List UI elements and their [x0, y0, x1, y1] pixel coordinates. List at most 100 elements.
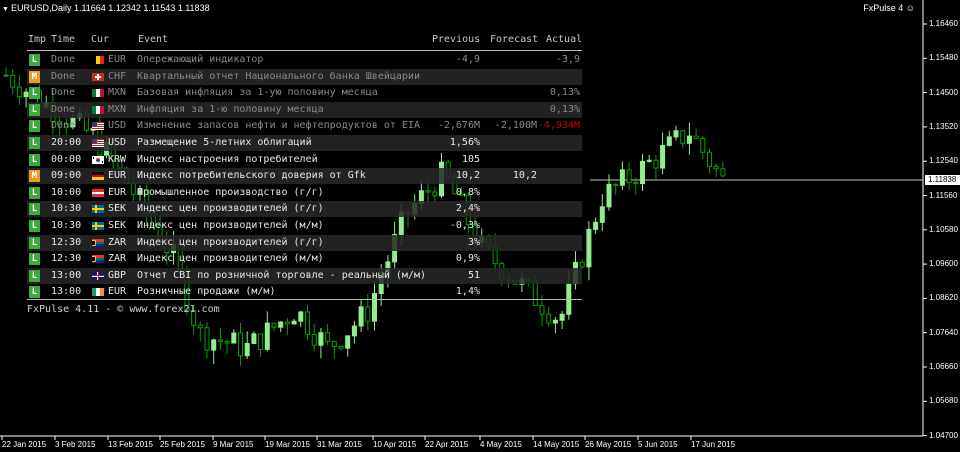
- event-name: Отчет CBI по розничной торговле - реальн…: [137, 269, 426, 281]
- candle-body: [713, 165, 719, 170]
- calendar-row[interactable]: L Done MXN Инфляция за 1-ю половину месяца 0…: [27, 101, 582, 118]
- date-tick-label: 14 May 2015: [533, 440, 580, 449]
- currency-code: USD: [108, 137, 127, 148]
- date-tick-label: 25 Feb 2015: [160, 440, 205, 449]
- candle-body: [646, 159, 652, 162]
- currency-code: EUR: [108, 186, 127, 198]
- gb-flag-icon: [92, 271, 104, 280]
- candle-body: [365, 306, 371, 322]
- date-tick-label: 17 Jun 2015: [691, 440, 736, 449]
- candle-body: [693, 135, 699, 139]
- price-tick-label: 1.16460: [929, 19, 958, 28]
- forecast-value: 10,2: [512, 170, 537, 182]
- importance-badge: M: [29, 170, 40, 183]
- event-name: Базовая инфляция за 1-ую половину месяца: [137, 87, 378, 99]
- calendar-row[interactable]: L 12:30 ZAR Индекс цен производителей (г/г)…: [27, 234, 582, 251]
- event-time: 13:00: [51, 286, 82, 298]
- calendar-row[interactable]: M Done CHF Квартальный отчет Национального …: [27, 68, 582, 85]
- candle-body: [251, 333, 257, 344]
- candle-body: [10, 74, 16, 88]
- event-time: Done: [51, 103, 76, 115]
- calendar-row[interactable]: L 13:00 GBP Отчет CBI по розничной торговле…: [27, 267, 582, 284]
- previous-value: 1,4%: [455, 286, 480, 298]
- previous-value: 2,4%: [455, 203, 480, 215]
- event-time: 12:30: [51, 236, 82, 248]
- candle-body: [318, 332, 324, 346]
- importance-badge: L: [29, 120, 40, 133]
- event-time: 12:30: [51, 253, 82, 265]
- symbol-info-text: EURUSD,Daily 1.11664 1.12342 1.11543 1.1…: [10, 3, 210, 13]
- calendar-row[interactable]: L 12:30 ZAR Индекс цен производителей (м/м)…: [27, 251, 582, 267]
- previous-value: -2,676M: [437, 120, 480, 132]
- importance-badge: L: [29, 203, 40, 216]
- price-tick-label: 1.11560: [929, 190, 958, 200]
- price-tick-label: 1.04700: [929, 430, 958, 440]
- candle-body: [720, 168, 726, 177]
- event-name: Изменение запасов нефти и нефтепродуктов…: [137, 120, 420, 132]
- currency-code: ZAR: [108, 253, 127, 265]
- candle-body: [284, 321, 290, 325]
- calendar-row[interactable]: L Done MXN Базовая инфляция за 1-ую половин…: [27, 85, 582, 101]
- calendar-row[interactable]: L 13:00 EUR Розничные продажи (м/м) 1,4%: [27, 284, 582, 300]
- event-name: Промышленное производство (г/г): [137, 186, 324, 198]
- event-time: 10:30: [51, 203, 82, 215]
- previous-value: 3%: [467, 236, 480, 248]
- candle-body: [552, 319, 558, 324]
- candle-body: [204, 327, 210, 351]
- calendar-row[interactable]: M 09:00 EUR Индекс потребительского доверия…: [27, 168, 582, 185]
- candle-body: [586, 228, 592, 268]
- price-tick-label: 1.13520: [929, 121, 958, 131]
- currency-code: KRW: [108, 153, 127, 165]
- previous-value: 105: [461, 153, 480, 165]
- calendar-row[interactable]: L Done EUR Опережающий индикатор -4,9 -3,9: [27, 52, 582, 68]
- symbol-menu-icon[interactable]: ▼: [2, 6, 9, 13]
- header-time: Time: [51, 34, 76, 45]
- price-tick-label: 1.10580: [929, 224, 958, 234]
- price-tick-label: 1.08620: [929, 293, 958, 303]
- de-flag-icon: [92, 172, 104, 181]
- event-time: 10:00: [51, 186, 82, 198]
- calendar-row[interactable]: L 10:30 SEK Индекс цен производителей (м/м)…: [27, 218, 582, 234]
- importance-badge: L: [29, 54, 40, 66]
- candle-body: [640, 160, 645, 185]
- actual-value: 0,13%: [549, 87, 580, 99]
- be-flag-icon: [92, 56, 104, 64]
- calendar-row[interactable]: L 00:00 KRW Индекс настроения потребителей 1…: [27, 152, 582, 168]
- candle-body: [298, 311, 304, 322]
- price-tick-label: 1.07640: [929, 327, 958, 337]
- calendar-row[interactable]: L 20:00 USD Размещение 5-летних облигаций 1,…: [27, 135, 582, 151]
- candle-body: [264, 322, 270, 350]
- candle-body: [244, 342, 250, 357]
- candle-body: [539, 304, 545, 315]
- event-name: Индекс цен производителей (м/м): [137, 253, 324, 265]
- event-name: Размещение 5-летних облигаций: [137, 137, 312, 148]
- candle-body: [613, 183, 619, 186]
- at-flag-icon: [92, 188, 104, 197]
- event-name: Розничные продажи (м/м): [137, 286, 276, 298]
- date-tick-label: 13 Feb 2015: [108, 440, 153, 449]
- event-time: 00:00: [51, 153, 82, 165]
- kr-flag-icon: [92, 155, 104, 164]
- calendar-row[interactable]: L 10:30 SEK Индекс цен производителей (г/г)…: [27, 201, 582, 218]
- currency-code: SEK: [108, 220, 127, 231]
- candle-body: [325, 332, 331, 342]
- calendar-row[interactable]: L 10:00 EUR Промышленное производство (г/г)…: [27, 185, 582, 201]
- actual-value: -3,9: [555, 54, 580, 65]
- calendar-row[interactable]: L Done USD Изменение запасов нефти и нефтеп…: [27, 118, 582, 134]
- candle-body: [686, 135, 692, 144]
- candle-body: [305, 311, 310, 335]
- importance-badge: L: [29, 137, 40, 149]
- candle-body: [680, 130, 686, 144]
- za-flag-icon: [92, 255, 104, 264]
- header-imp: Imp: [28, 34, 47, 45]
- candle-body: [197, 324, 203, 329]
- us-flag-icon: [92, 122, 104, 131]
- event-time: Done: [51, 54, 76, 65]
- candle-body: [311, 333, 317, 346]
- importance-badge: L: [29, 236, 40, 249]
- date-tick-label: 19 Mar 2015: [265, 440, 310, 449]
- event-name: Индекс цен производителей (г/г): [137, 203, 324, 215]
- mx-flag-icon: [92, 105, 104, 114]
- date-tick-label: 22 Jan 2015: [2, 440, 47, 449]
- date-tick-label: 31 Mar 2015: [317, 440, 362, 449]
